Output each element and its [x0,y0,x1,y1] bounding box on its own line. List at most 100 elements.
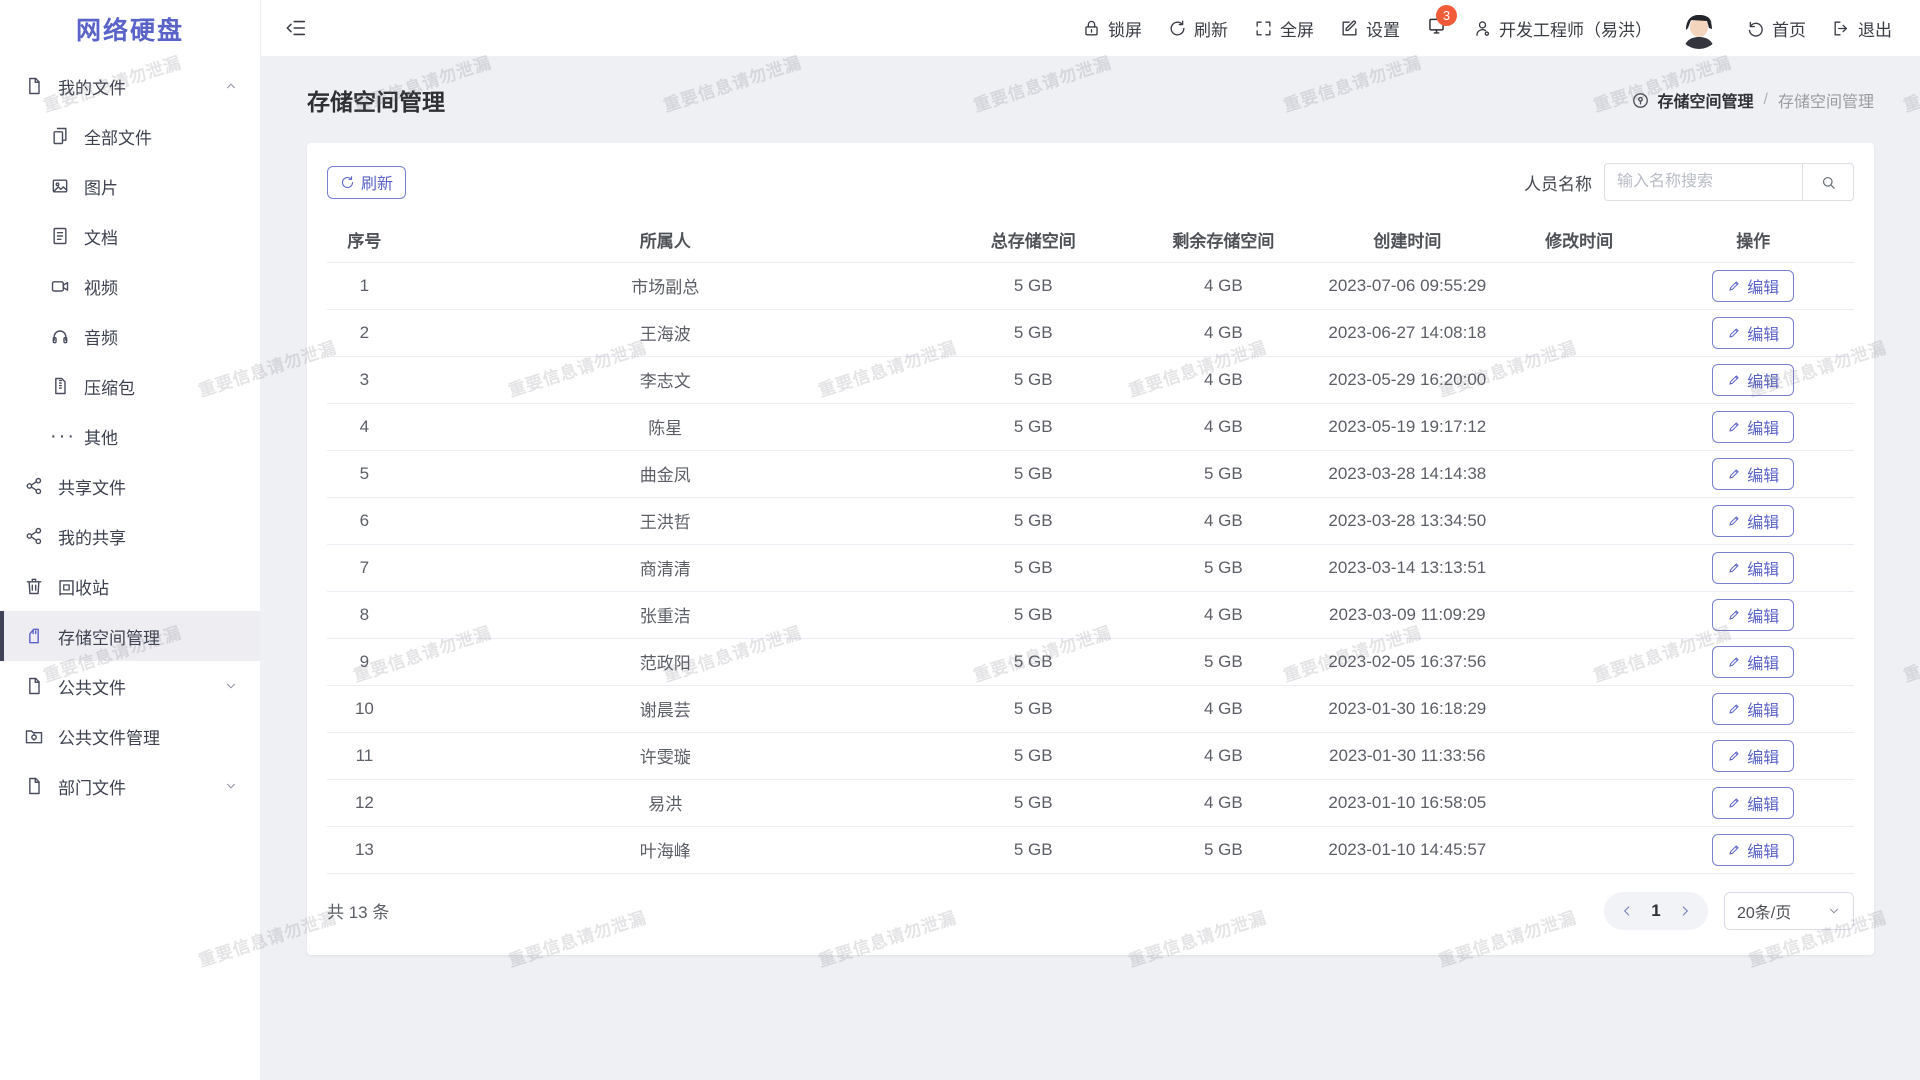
sidebar-item-others[interactable]: ··· 其他 [0,411,260,461]
cell-owner: 许雯璇 [402,732,929,779]
edit-button[interactable]: 编辑 [1712,458,1794,490]
search-button[interactable] [1802,163,1854,201]
storage-icon [24,626,44,646]
pencil-icon [1727,749,1741,763]
image-icon [50,176,70,196]
edit-button[interactable]: 编辑 [1712,317,1794,349]
cell-modified-time [1506,685,1653,732]
sidebar-item-storage-management[interactable]: 存储空间管理 [0,611,260,661]
settings-button[interactable]: 设置 [1340,16,1400,41]
sidebar-item-label: 其他 [84,424,118,449]
home-button[interactable]: 首页 [1746,16,1806,41]
sidebar-item-department-files[interactable]: 部门文件 [0,761,260,811]
document-icon [50,226,70,246]
sidebar-item-documents[interactable]: 文档 [0,211,260,261]
table-row: 1 市场副总 5 GB 4 GB 2023-07-06 09:55:29 编辑 [327,262,1854,309]
logout-label: 退出 [1858,16,1892,41]
cell-remaining-storage: 4 GB [1138,262,1309,309]
avatar[interactable] [1678,7,1720,49]
col-operation: 操作 [1652,217,1854,262]
sidebar-item-label: 公共文件 [58,674,126,699]
sidebar-item-label: 文档 [84,224,118,249]
lock-screen-button[interactable]: 锁屏 [1082,16,1142,41]
prev-page-button[interactable] [1612,896,1642,926]
next-page-button[interactable] [1670,896,1700,926]
sidebar: 网络硬盘 我的文件 全部文件 图片 文档 视频 [0,0,261,1080]
page-size-select[interactable]: 20条/页 [1724,892,1854,930]
table-header-row: 序号 所属人 总存储空间 剩余存储空间 创建时间 修改时间 操作 [327,217,1854,262]
search-input[interactable] [1604,163,1802,201]
table-refresh-button[interactable]: 刷新 [327,166,406,199]
cell-created-time: 2023-01-30 16:18:29 [1309,685,1506,732]
cell-operation: 编辑 [1652,262,1854,309]
cell-created-time: 2023-07-06 09:55:29 [1309,262,1506,309]
edit-button[interactable]: 编辑 [1712,411,1794,443]
sidebar-item-all-files[interactable]: 全部文件 [0,111,260,161]
cell-owner: 李志文 [402,356,929,403]
cell-remaining-storage: 4 GB [1138,732,1309,779]
cell-total-storage: 5 GB [929,732,1138,779]
sidebar-item-shared-files[interactable]: 共享文件 [0,461,260,511]
cell-remaining-storage: 5 GB [1138,450,1309,497]
cell-modified-time [1506,638,1653,685]
cell-operation: 编辑 [1652,544,1854,591]
file-icon [24,76,44,96]
cell-total-storage: 5 GB [929,779,1138,826]
edit-button[interactable]: 编辑 [1712,787,1794,819]
cell-no: 1 [327,262,402,309]
cell-owner: 王洪哲 [402,497,929,544]
cell-operation: 编辑 [1652,309,1854,356]
user-title: 开发工程师（易洪） [1499,16,1652,41]
current-page[interactable]: 1 [1642,901,1670,921]
sidebar-item-archives[interactable]: 压缩包 [0,361,260,411]
edit-button[interactable]: 编辑 [1712,364,1794,396]
sidebar-item-my-files[interactable]: 我的文件 [0,61,260,111]
cell-total-storage: 5 GB [929,450,1138,497]
cell-modified-time [1506,732,1653,779]
edit-button[interactable]: 编辑 [1712,740,1794,772]
fullscreen-button[interactable]: 全屏 [1254,16,1314,41]
sidebar-item-images[interactable]: 图片 [0,161,260,211]
edit-label: 编辑 [1747,838,1779,862]
audio-icon [50,326,70,346]
pencil-icon [1727,608,1741,622]
sidebar-item-audio[interactable]: 音频 [0,311,260,361]
file-icon [24,676,44,696]
edit-button[interactable]: 编辑 [1712,505,1794,537]
notification-button[interactable]: 3 [1426,15,1447,41]
collapse-sidebar-icon[interactable] [285,17,307,39]
cell-created-time: 2023-03-14 13:13:51 [1309,544,1506,591]
all-files-icon [50,126,70,146]
cell-modified-time [1506,779,1653,826]
cell-total-storage: 5 GB [929,356,1138,403]
sidebar-item-label: 我的共享 [58,524,126,549]
edit-button[interactable]: 编辑 [1712,270,1794,302]
cell-owner: 张重洁 [402,591,929,638]
zip-icon [50,376,70,396]
sidebar-item-label: 我的文件 [58,74,126,99]
settings-icon [1340,19,1359,38]
edit-button[interactable]: 编辑 [1712,693,1794,725]
sidebar-item-recycle-bin[interactable]: 回收站 [0,561,260,611]
edit-button[interactable]: 编辑 [1712,552,1794,584]
sidebar-item-videos[interactable]: 视频 [0,261,260,311]
sidebar-item-public-file-management[interactable]: 公共文件管理 [0,711,260,761]
refresh-button[interactable]: 刷新 [1168,16,1228,41]
edit-button[interactable]: 编辑 [1712,599,1794,631]
table-refresh-label: 刷新 [361,170,393,194]
breadcrumb-root[interactable]: 存储空间管理 [1658,88,1754,112]
breadcrumb-current: 存储空间管理 [1778,88,1874,112]
breadcrumb: 存储空间管理 / 存储空间管理 [1631,88,1874,112]
sidebar-item-public-files[interactable]: 公共文件 [0,661,260,711]
cell-owner: 曲金凤 [402,450,929,497]
logout-button[interactable]: 退出 [1832,16,1892,41]
table-row: 7 商清清 5 GB 5 GB 2023-03-14 13:13:51 编辑 [327,544,1854,591]
edit-button[interactable]: 编辑 [1712,646,1794,678]
edit-button[interactable]: 编辑 [1712,834,1794,866]
cell-operation: 编辑 [1652,638,1854,685]
edit-label: 编辑 [1747,274,1779,298]
cell-modified-time [1506,262,1653,309]
sidebar-item-my-shares[interactable]: 我的共享 [0,511,260,561]
sidebar-item-label: 视频 [84,274,118,299]
pencil-icon [1727,420,1741,434]
